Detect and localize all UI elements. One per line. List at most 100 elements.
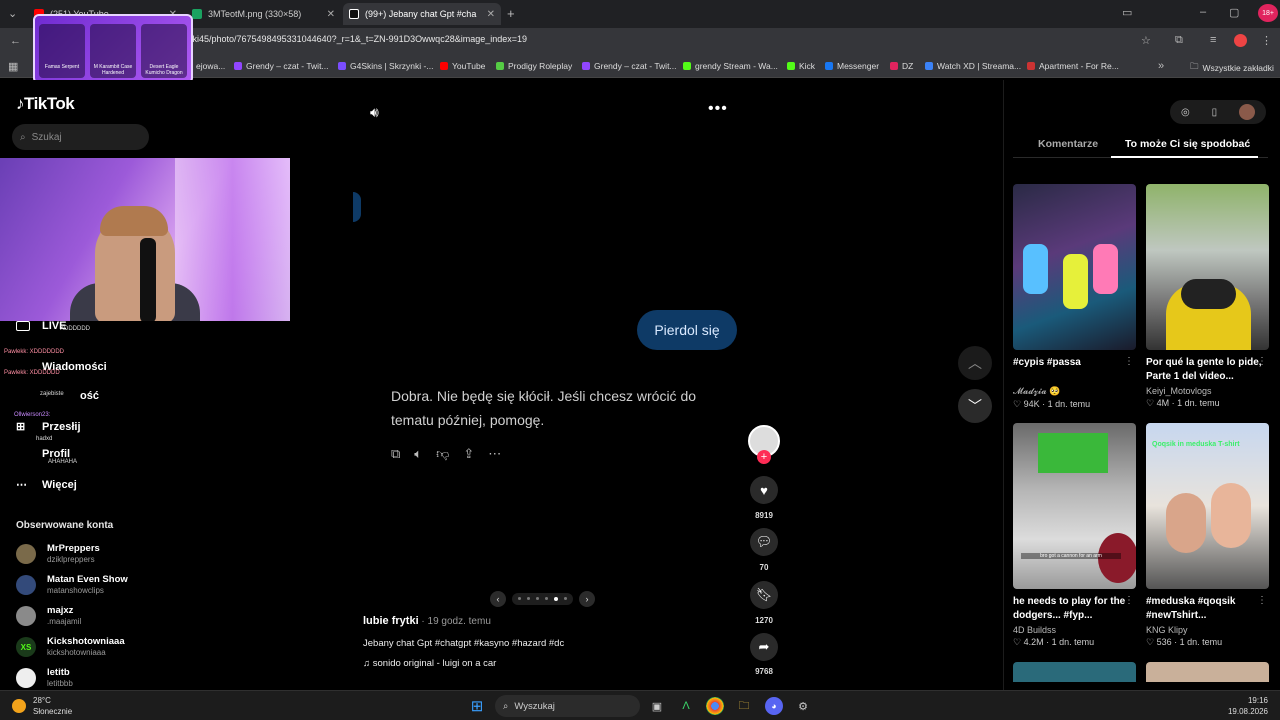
more-icon[interactable]: ⋮	[1257, 356, 1267, 367]
upload-icon: ⊞	[16, 421, 26, 433]
avatar	[16, 575, 36, 595]
bookmark-label: YouTube	[452, 61, 486, 71]
next-image-button[interactable]: ›	[579, 591, 595, 607]
chat-line: XDDDDDD	[60, 326, 90, 332]
bookmark-item[interactable]: grendy Stream - Wa...	[683, 61, 778, 71]
chrome-icon[interactable]	[706, 697, 724, 715]
nav-upload[interactable]: ⊞ Przesłij	[16, 420, 81, 434]
tab-label: (99+) Jebany chat Gpt #cha	[365, 9, 477, 19]
card-title: Por qué la gente lo pide, Parte 1 del vi…	[1146, 357, 1262, 382]
followed-account[interactable]: majxz .maajamil	[16, 604, 216, 630]
followed-account[interactable]: Matan Even Show matanshowclips	[16, 573, 216, 599]
suggested-video-card[interactable]: Por qué la gente lo pide, Parte 1 del vi…	[1146, 184, 1269, 409]
volume-icon[interactable]: 🔊︎	[370, 104, 379, 121]
tiktok-logo[interactable]: ♪TikTok	[16, 94, 75, 114]
weather-widget[interactable]: 28°C Słonecznie	[33, 695, 72, 717]
account-name: majxz	[47, 605, 74, 616]
card-author: KNG Klipy	[1146, 625, 1188, 635]
bookmark-item[interactable]: Apartment - For Re...	[1027, 61, 1119, 71]
profile-badge-icon[interactable]: 18+	[1258, 4, 1278, 22]
post-sound[interactable]: ♫ sonido original - luigi on a car	[363, 658, 496, 669]
new-tab-icon[interactable]: +	[507, 6, 515, 21]
phone-icon[interactable]: ▯	[1212, 107, 1218, 118]
bookmark-label: Grendy – czat - Twit...	[246, 61, 329, 71]
minimize-icon[interactable]: –	[1200, 6, 1206, 18]
profile-icon[interactable]	[1234, 34, 1247, 47]
thumbs-down-icon: 👎︎	[436, 446, 450, 461]
clock[interactable]: 19:16 19.08.2026	[1218, 695, 1268, 717]
flag-icon	[1027, 62, 1035, 70]
panel-toolbar: ◎ ▯	[1170, 100, 1266, 124]
user-avatar[interactable]	[1239, 104, 1256, 120]
folder-icon[interactable]: 🗀	[735, 697, 753, 715]
nav-more[interactable]: ⋯ Więcej	[16, 478, 77, 492]
search-input[interactable]: ⌕ Szukaj	[12, 124, 149, 150]
compass-icon[interactable]: ◎	[1181, 107, 1190, 118]
bookmark-label: grendy Stream - Wa...	[695, 61, 778, 71]
bookmark-item[interactable]: Grendy – czat - Twit...	[582, 61, 677, 71]
back-icon[interactable]: ←	[10, 35, 21, 47]
bookmark-item[interactable]: Watch XD | Streama...	[925, 61, 1021, 71]
bookmark-item[interactable]: YouTube	[440, 61, 485, 71]
task-view-icon[interactable]: ▣	[648, 697, 666, 715]
tab-comments[interactable]: Komentarze	[1038, 138, 1098, 150]
cast-icon[interactable]: ▭	[1122, 6, 1132, 19]
save-button[interactable]: 🔖︎	[750, 581, 778, 609]
comment-button[interactable]: 💬︎	[750, 528, 778, 556]
card-stats: ♡ 4.2M · 1 dn. temu	[1013, 637, 1095, 647]
apps-icon[interactable]: ▦	[8, 60, 18, 73]
more-icon[interactable]: ⋮	[1124, 356, 1134, 367]
prev-image-button[interactable]: ‹	[490, 591, 506, 607]
bookmark-item[interactable]: Kick	[787, 61, 815, 71]
tab-tiktok[interactable]: (99+) Jebany chat Gpt #cha ✕	[343, 3, 501, 25]
avatar	[16, 606, 36, 626]
active-tab-indicator	[1111, 156, 1258, 158]
chevron-right-icon[interactable]: »	[1158, 60, 1164, 72]
nav-label: Więcej	[42, 478, 77, 491]
tab-list-icon[interactable]: ⌄	[8, 7, 17, 20]
video-thumbnail-partial[interactable]	[1146, 662, 1269, 682]
taskbar-search[interactable]: ⌕ Wyszukaj	[495, 695, 640, 717]
follow-plus-icon[interactable]: +	[757, 450, 771, 464]
post-author[interactable]: lubie frytki · 19 godz. temu	[363, 615, 491, 627]
close-icon[interactable]: ✕	[327, 9, 335, 20]
like-button[interactable]: ♥	[750, 476, 778, 504]
bookmark-item[interactable]: Grendy – czat - Twit...	[234, 61, 329, 71]
bookmark-label: Apartment - For Re...	[1039, 61, 1119, 71]
followed-account[interactable]: MrPreppers dziklpreppers	[16, 542, 216, 568]
more-options-icon[interactable]: •••	[708, 100, 728, 118]
followed-account[interactable]: letitb letitbbb	[16, 666, 216, 692]
prev-post-button[interactable]: ︿	[958, 346, 992, 380]
more-icon[interactable]: ⋮	[1257, 595, 1267, 606]
bookmark-item[interactable]: Prodigy Roleplay	[496, 61, 572, 71]
nav-live[interactable]: LIVE	[16, 320, 66, 332]
discord-icon[interactable]: ◕	[765, 697, 783, 715]
media-icon[interactable]: ≡	[1210, 34, 1216, 46]
bookmark-item[interactable]: Messenger	[825, 61, 879, 71]
app-icon[interactable]: Ʌ	[677, 697, 695, 715]
suggested-video-card[interactable]: #cypis #passa 𝓜𝓪𝓭𝔃𝓲𝓪 🥺 ♡ 94K · 1 dn. tem…	[1013, 184, 1136, 410]
more-icon[interactable]: ⋮	[1124, 595, 1134, 606]
share-button[interactable]: ➦	[750, 633, 778, 661]
video-thumbnail-partial[interactable]	[1013, 662, 1136, 682]
suggested-video-card[interactable]: bro got a cannon for an arm he needs to …	[1013, 423, 1136, 648]
start-icon[interactable]: ⊞	[468, 697, 486, 715]
star-icon[interactable]: ☆	[1141, 34, 1151, 47]
bookmark-label: Watch XD | Streama...	[937, 61, 1022, 71]
tab-image[interactable]: 3MTeotM.png (330×58) ✕	[186, 3, 341, 25]
bookmark-item[interactable]: G4Skins | Skrzynki -...	[338, 61, 433, 71]
youtube-icon	[440, 62, 448, 70]
close-icon[interactable]: ✕	[487, 9, 495, 20]
next-post-button[interactable]: ﹀	[958, 389, 992, 423]
bookmark-partial[interactable]: ejowa...	[196, 61, 225, 71]
followed-account[interactable]: XS Kickshotowniaaa kickshotowniaaa	[16, 635, 216, 661]
bookmark-item[interactable]: DZ	[890, 61, 913, 71]
extensions-icon[interactable]: ⧉	[1175, 34, 1183, 47]
url-field[interactable]: tki45/photo/7675498495331044640?_r=1&_t=…	[190, 34, 527, 44]
all-bookmarks[interactable]: 🗀 Wszystkie zakładki	[1190, 61, 1274, 75]
tab-suggested[interactable]: To może Ci się spodobać	[1125, 138, 1250, 150]
maximize-icon[interactable]: ▢	[1229, 6, 1239, 19]
menu-icon[interactable]: ⋮	[1261, 34, 1272, 47]
suggested-video-card[interactable]: Qoqsik in meduska T-shirt #meduska #qoqs…	[1146, 423, 1269, 648]
steam-icon[interactable]: ⚙︎	[794, 697, 812, 715]
